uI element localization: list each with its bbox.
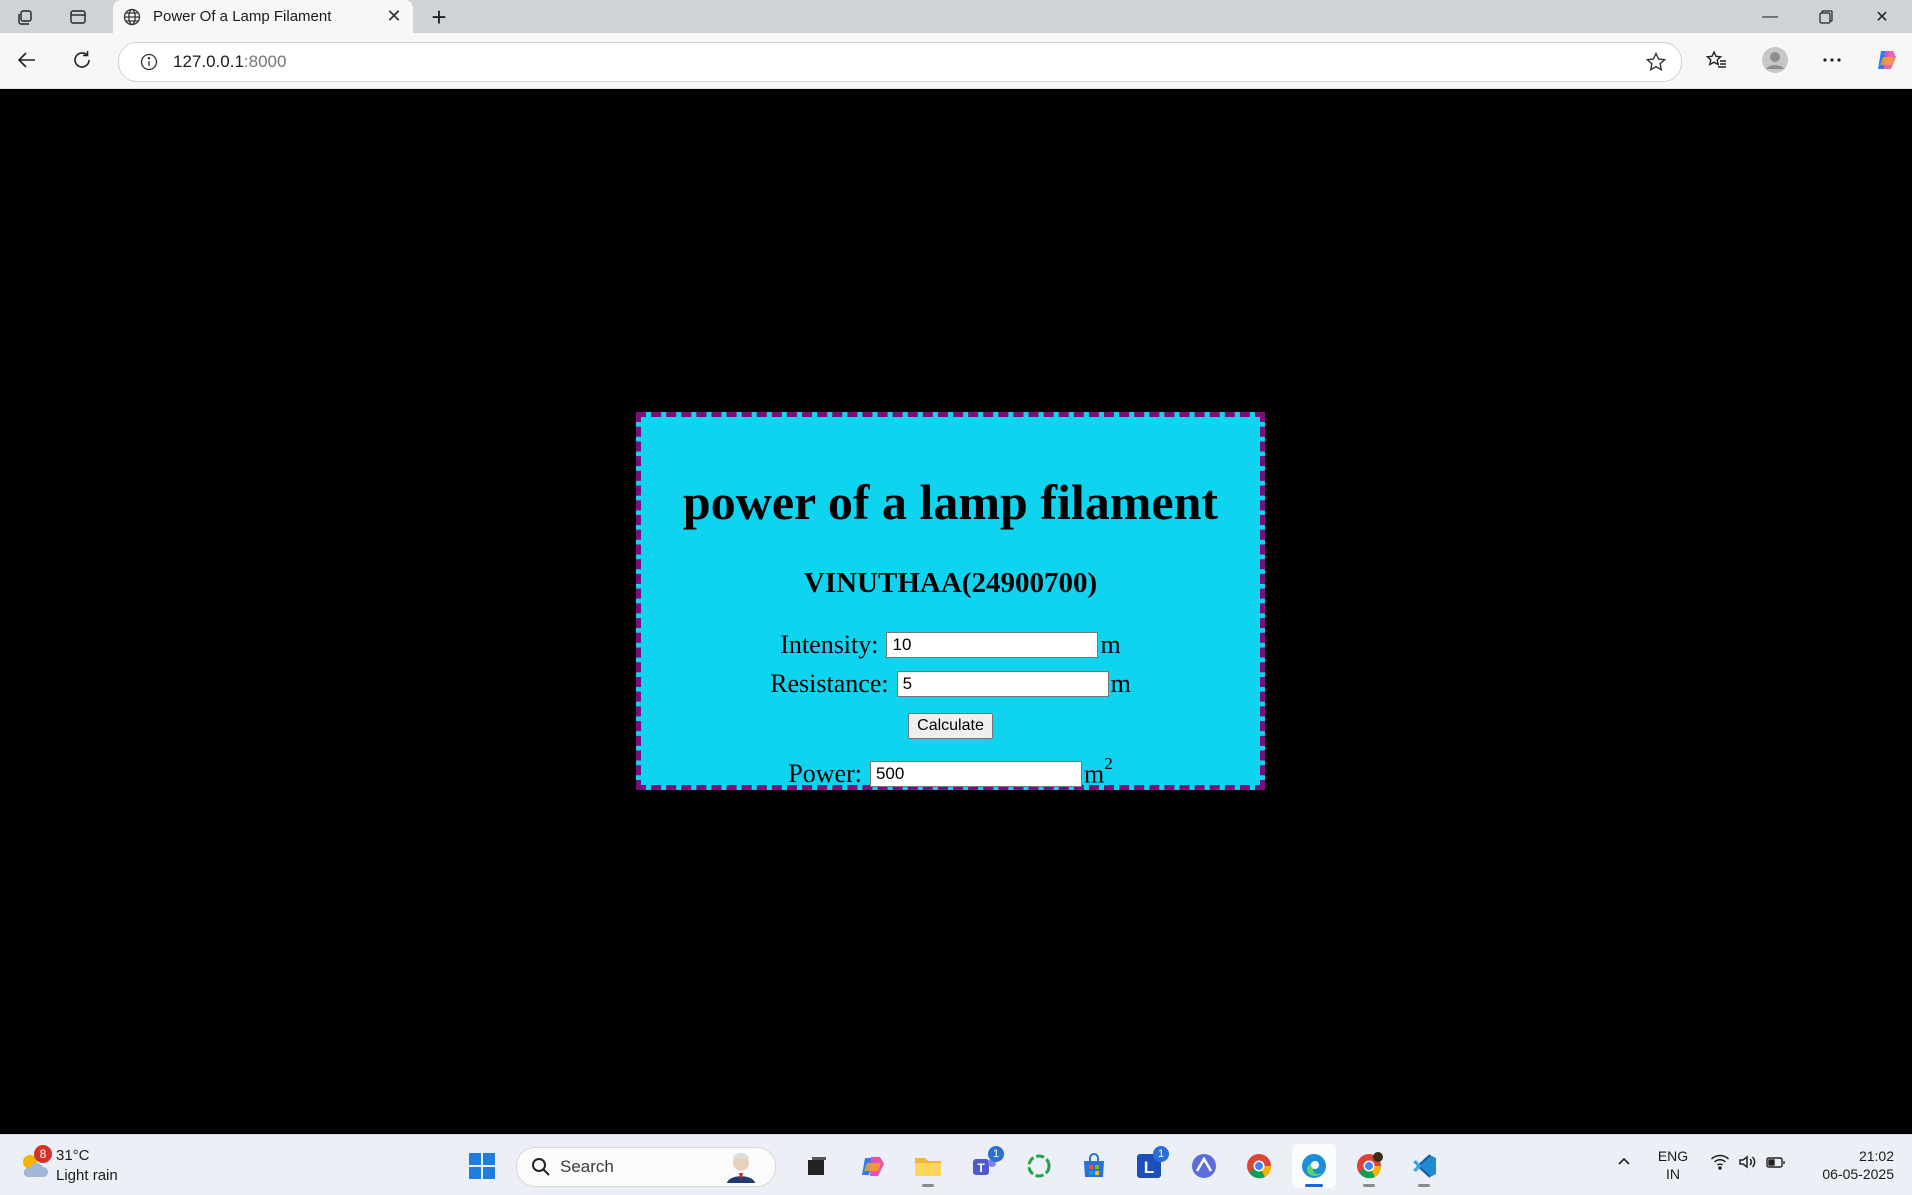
close-window-button[interactable]: ✕ <box>1854 0 1910 33</box>
power-row: Power: m2 <box>641 754 1260 790</box>
vscode-icon[interactable] <box>1402 1144 1446 1188</box>
back-button[interactable] <box>10 43 44 77</box>
vpn-app-icon[interactable] <box>1182 1144 1226 1188</box>
power-unit-exponent: 2 <box>1104 754 1113 773</box>
store-icon[interactable] <box>1072 1144 1116 1188</box>
clock-time: 21:02 <box>1858 1148 1894 1164</box>
active-tab[interactable]: Power Of a Lamp Filament ✕ <box>113 0 413 33</box>
resistance-unit: m <box>1110 669 1131 698</box>
teams-badge: 1 <box>988 1146 1004 1162</box>
taskbar: 8 31°C Light rain Search T 1 L 1 ENG IN … <box>0 1134 1912 1195</box>
calculate-button[interactable]: Calculate <box>908 713 993 739</box>
refresh-button[interactable] <box>65 43 99 77</box>
task-view-icon[interactable] <box>795 1144 839 1188</box>
show-hidden-icons-chevron-icon[interactable] <box>1616 1153 1632 1172</box>
running-indicator <box>1418 1184 1430 1187</box>
search-placeholder: Search <box>560 1157 614 1176</box>
address-host: 127.0.0.1 <box>173 52 244 71</box>
running-indicator <box>922 1184 934 1187</box>
address-bar[interactable]: 127.0.0.1:8000 <box>118 42 1682 82</box>
chrome-icon[interactable] <box>1237 1144 1281 1188</box>
start-button[interactable] <box>460 1144 504 1188</box>
search-icon <box>531 1157 551 1177</box>
resistance-input[interactable] <box>896 671 1109 697</box>
copilot-icon[interactable] <box>1870 43 1904 77</box>
launcher-l-icon[interactable]: L 1 <box>1127 1144 1171 1188</box>
battery-icon[interactable] <box>1766 1153 1786 1174</box>
clock-date: 06-05-2025 <box>1822 1166 1894 1182</box>
intensity-input[interactable] <box>886 632 1099 658</box>
chrome-profile-icon[interactable] <box>1347 1144 1391 1188</box>
new-tab-button[interactable]: + <box>424 2 454 32</box>
globe-icon <box>121 6 143 28</box>
favorite-star-icon[interactable] <box>1645 51 1667 73</box>
address-url[interactable]: 127.0.0.1:8000 <box>173 52 286 72</box>
site-info-icon[interactable] <box>139 52 159 72</box>
region-code: IN <box>1666 1166 1680 1182</box>
launcher-badge: 1 <box>1153 1146 1169 1162</box>
copilot-app-icon[interactable] <box>851 1144 895 1188</box>
calculate-row: Calculate <box>641 713 1260 739</box>
system-clock[interactable]: 21:02 06-05-2025 <box>1800 1147 1894 1183</box>
running-indicator <box>1363 1184 1375 1187</box>
restore-button[interactable] <box>1798 0 1854 33</box>
weather-description: Light rain <box>56 1167 118 1184</box>
workspaces-icon[interactable] <box>10 4 40 30</box>
search-highlight-icon <box>719 1151 763 1183</box>
resistance-row: Resistance: m <box>641 669 1260 699</box>
more-options-icon[interactable] <box>1815 43 1849 77</box>
profile-avatar[interactable] <box>1758 43 1792 77</box>
intensity-row: Intensity: m <box>641 630 1260 660</box>
taskbar-search[interactable]: Search <box>516 1147 776 1187</box>
page-viewport: power of a lamp filament VINUTHAA(249007… <box>0 89 1908 1131</box>
wifi-icon[interactable] <box>1710 1153 1730 1174</box>
page-title: power of a lamp filament <box>682 474 1219 530</box>
resistance-label: Resistance: <box>770 669 889 698</box>
svg-text:T: T <box>977 1161 985 1175</box>
active-indicator <box>1305 1184 1323 1187</box>
navigation-bar: 127.0.0.1:8000 <box>0 33 1912 89</box>
favorites-icon[interactable] <box>1700 43 1734 77</box>
edge-icon[interactable] <box>1292 1144 1336 1188</box>
weather-temperature: 31°C <box>56 1147 90 1164</box>
input-language-indicator[interactable]: ENG IN <box>1652 1147 1694 1183</box>
power-output[interactable] <box>869 760 1082 787</box>
author-subtitle: VINUTHAA(24900700) <box>803 567 1098 599</box>
power-label: Power: <box>788 758 862 788</box>
weather-alert-badge: 8 <box>34 1145 52 1163</box>
tab-strip: Power Of a Lamp Filament ✕ + — ✕ <box>0 0 1912 33</box>
weather-widget[interactable]: 8 31°C Light rain <box>14 1145 144 1187</box>
minimize-button[interactable]: — <box>1742 0 1798 33</box>
vertical-tabs-icon[interactable] <box>63 4 93 30</box>
svg-text:L: L <box>1144 1158 1154 1177</box>
language-code: ENG <box>1657 1148 1689 1164</box>
tab-title: Power Of a Lamp Filament <box>153 8 332 25</box>
intensity-unit: m <box>1100 630 1121 659</box>
sync-app-icon[interactable] <box>1017 1144 1061 1188</box>
power-unit-base: m <box>1083 759 1105 789</box>
intensity-label: Intensity: <box>780 630 879 659</box>
address-port: :8000 <box>243 52 287 71</box>
teams-icon[interactable]: T 1 <box>962 1144 1006 1188</box>
calculator-card: power of a lamp filament VINUTHAA(249007… <box>636 412 1265 790</box>
close-tab-icon[interactable]: ✕ <box>381 4 407 30</box>
power-unit: m2 <box>1083 754 1113 790</box>
volume-icon[interactable] <box>1738 1153 1758 1174</box>
file-explorer-icon[interactable] <box>906 1144 950 1188</box>
